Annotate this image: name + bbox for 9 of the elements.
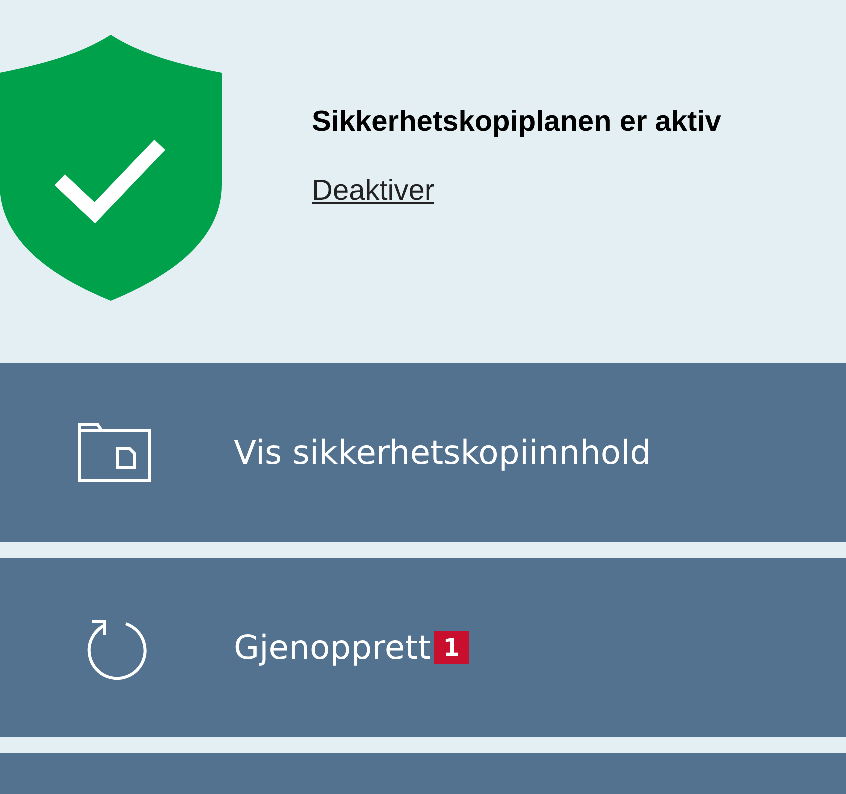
status-title: Sikkerhetskopiplanen er aktiv [312, 106, 722, 139]
action-label: Vis sikkerhetskopiinnhold [234, 433, 652, 472]
shield-check-icon [0, 35, 222, 301]
action-item[interactable]: Gjenopprett 1 [0, 558, 846, 737]
deactivate-link[interactable]: Deaktiver [312, 175, 434, 208]
action-label: Gjenopprett [234, 628, 432, 667]
action-item[interactable]: Vis sikkerhetskopiinnhold [0, 363, 846, 542]
folder-icon [76, 420, 154, 484]
count-badge: 1 [434, 631, 470, 664]
